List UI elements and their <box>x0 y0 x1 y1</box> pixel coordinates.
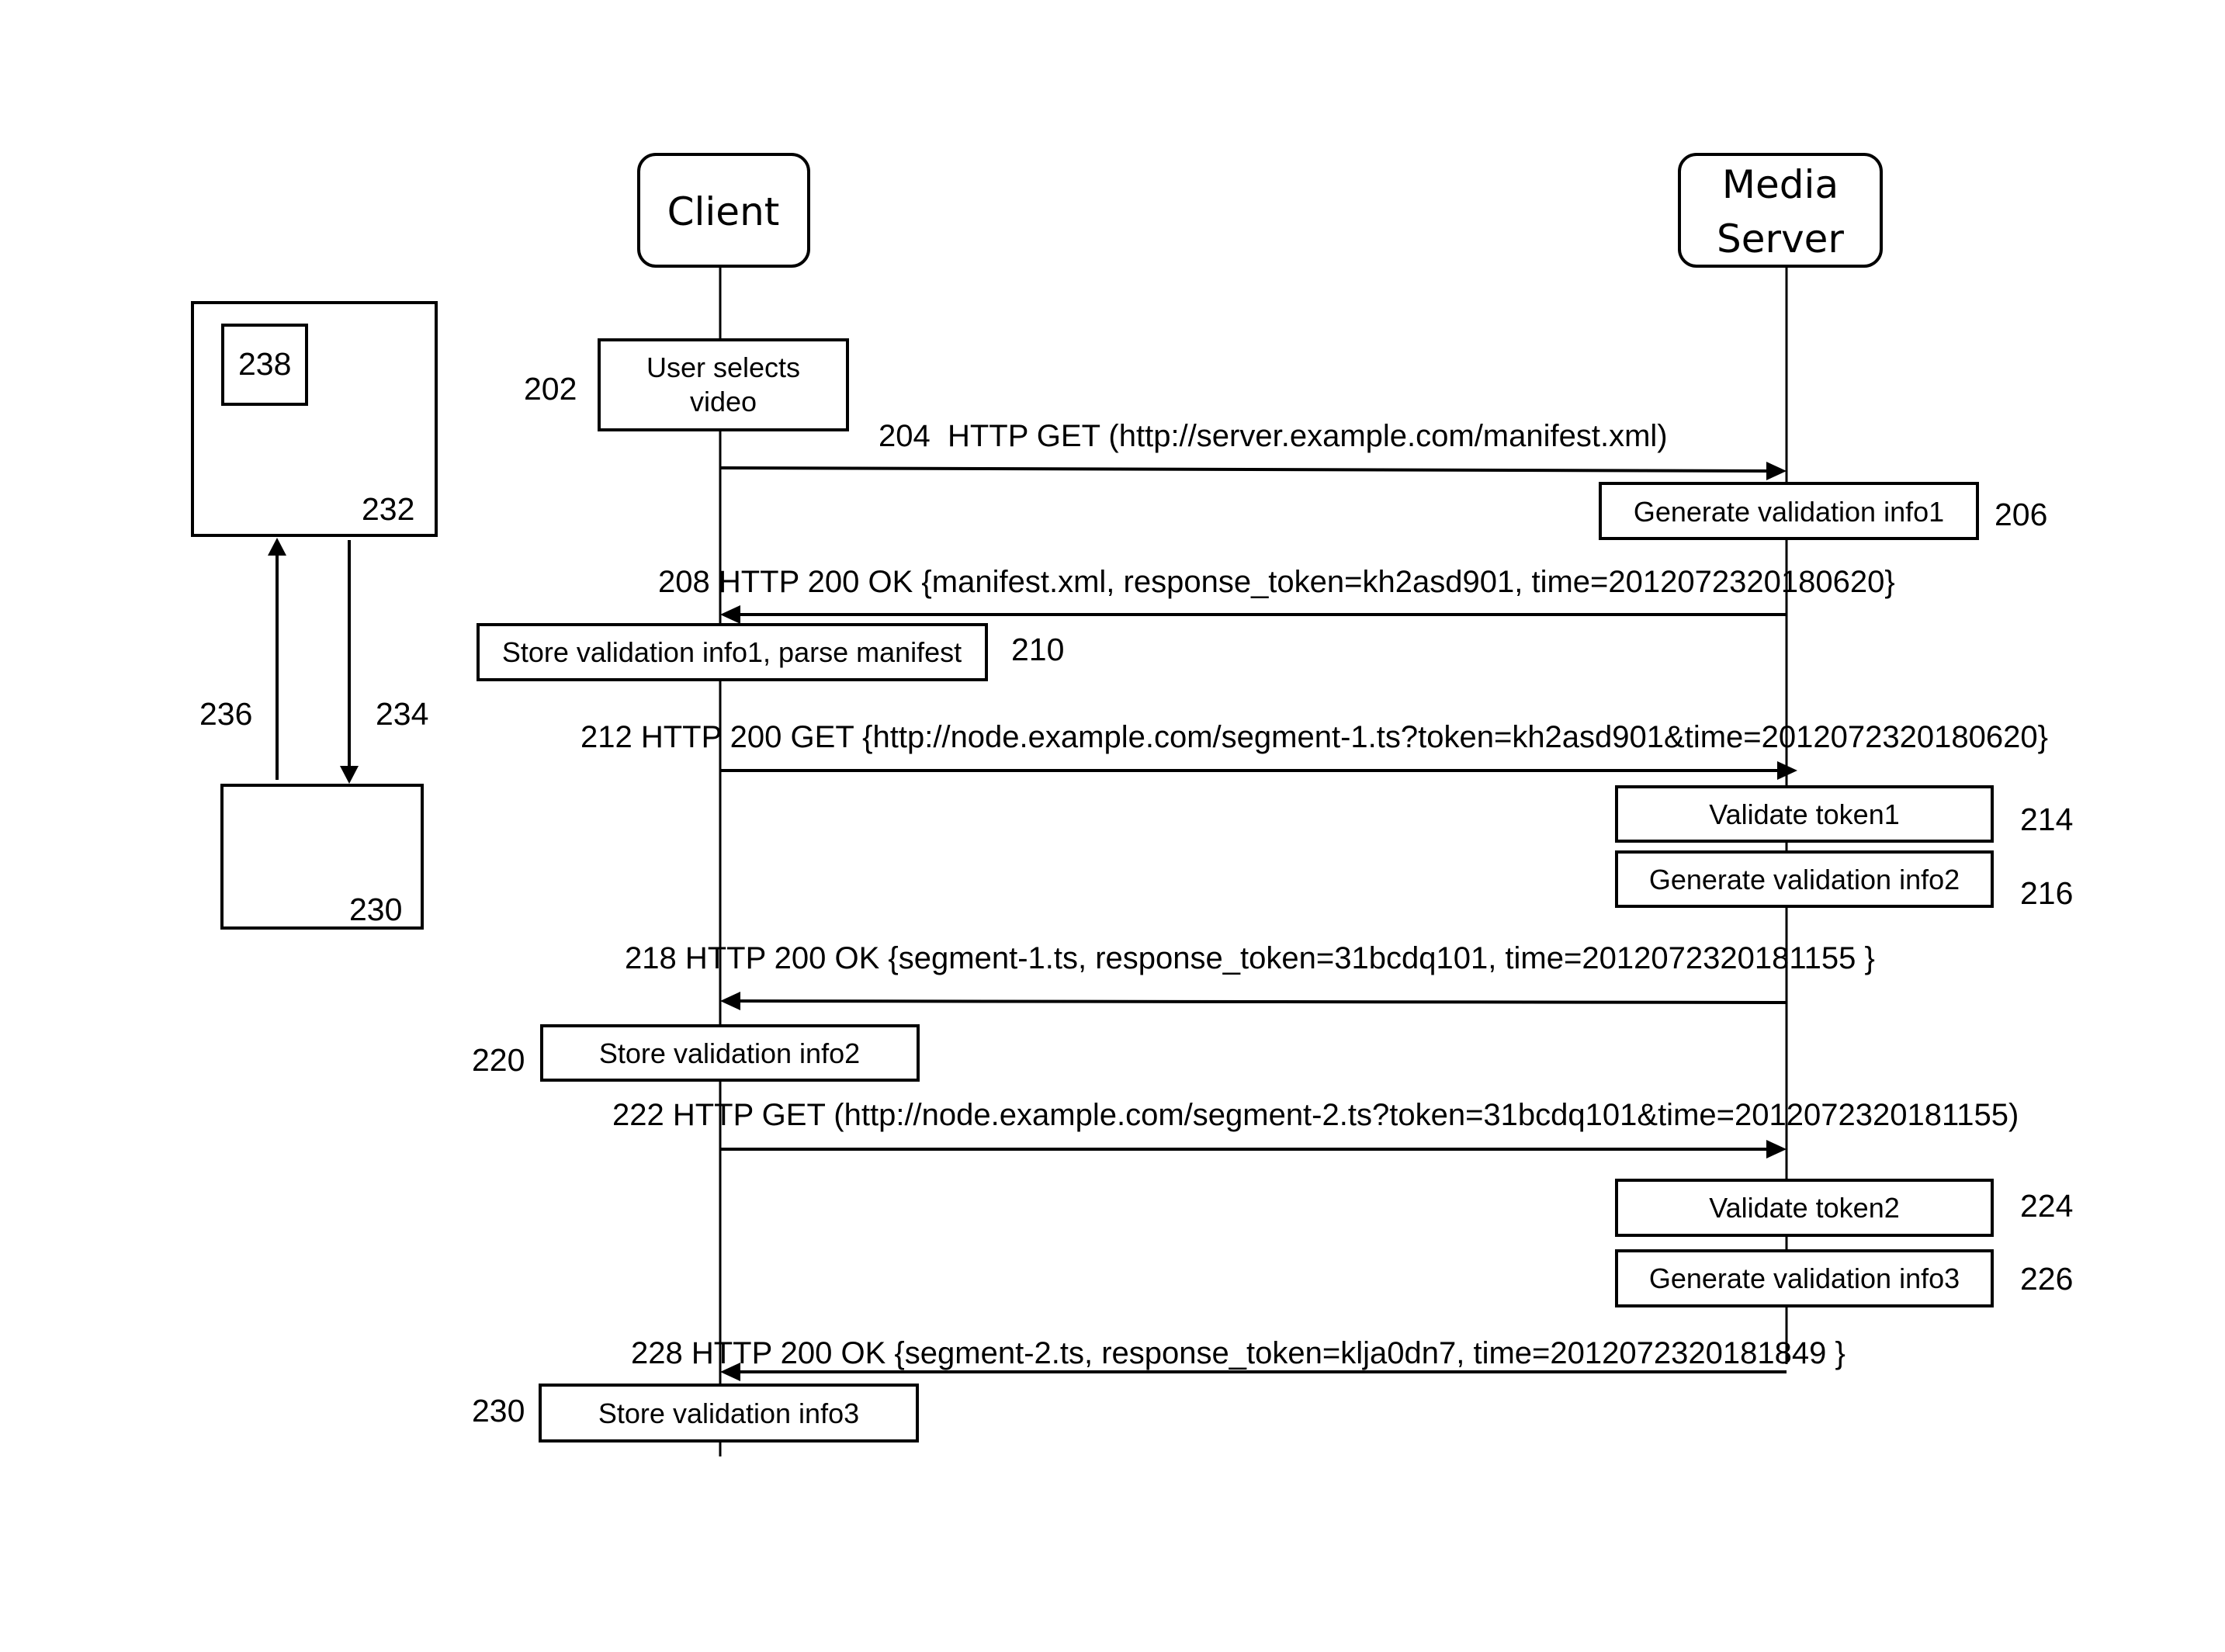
message-text: 222 HTTP GET (http://node.example.com/se… <box>612 1098 2019 1132</box>
message-arrow-head <box>720 605 740 624</box>
message-arrow-head <box>1766 462 1787 480</box>
message-228: 228 HTTP 200 OK {segment-2.ts, response_… <box>631 1336 1846 1381</box>
message-208: 208 HTTP 200 OK {manifest.xml, response_… <box>658 565 1895 624</box>
activity-ref: 220 <box>472 1042 525 1078</box>
activity-216: Generate validation info2 216 <box>1615 850 2073 911</box>
activity-text-line1: User selects <box>646 352 800 383</box>
upper-block-ref: 232 <box>362 491 414 527</box>
activity-210: Store validation info1, parse manifest 2… <box>477 623 1064 681</box>
activity-ref: 224 <box>2020 1188 2073 1224</box>
activity-text-line2: video <box>690 386 757 417</box>
up-arrow-ref: 236 <box>199 696 252 732</box>
activity-ref: 230 <box>472 1393 525 1429</box>
message-212: 212 HTTP 200 GET {http://node.example.co… <box>581 720 2048 780</box>
activity-ref: 226 <box>2020 1261 2073 1297</box>
activity-text: Validate token2 <box>1709 1192 1900 1224</box>
activity-220: Store validation info2 220 <box>472 1024 920 1082</box>
down-arrow-ref: 234 <box>376 696 428 732</box>
activity-text: Validate token1 <box>1709 798 1900 830</box>
activity-text: Generate validation info3 <box>1649 1262 1960 1294</box>
actor-client: Client <box>637 153 810 268</box>
activity-ref: 210 <box>1011 632 1064 667</box>
activity-text: Store validation info1, parse manifest <box>502 636 962 668</box>
activity-206: Generate validation info1 206 <box>1599 482 2047 540</box>
activity-ref: 202 <box>524 371 577 407</box>
activity-ref: 214 <box>2020 802 2073 837</box>
message-arrow-head <box>1766 1140 1787 1158</box>
activity-226: Generate validation info3 226 <box>1615 1249 2073 1307</box>
activity-text: Store validation info2 <box>599 1037 860 1069</box>
side-block-diagram: 238 232 230 236 234 <box>191 301 438 930</box>
message-204: 204 HTTP GET (http://server.example.com/… <box>719 419 1787 480</box>
client-actor-label: Client <box>667 189 780 234</box>
message-text: 204 HTTP GET (http://server.example.com/… <box>879 419 1668 453</box>
lower-block-ref: 230 <box>349 892 402 927</box>
inner-block-ref: 238 <box>238 346 291 382</box>
activity-ref: 206 <box>1995 497 2047 532</box>
activity-224: Validate token2 224 <box>1615 1179 2073 1237</box>
activity-text: Generate validation info2 <box>1649 864 1960 895</box>
up-arrow-head <box>268 538 286 556</box>
actor-media-server: Media Server <box>1678 153 1883 268</box>
message-text: 212 HTTP 200 GET {http://node.example.co… <box>581 720 2048 754</box>
activity-text: Generate validation info1 <box>1634 496 1944 528</box>
server-actor-label-line2: Server <box>1717 216 1844 261</box>
down-arrow-head <box>340 766 359 784</box>
activity-230: Store validation info3 230 <box>472 1384 919 1442</box>
activity-text: Store validation info3 <box>598 1397 859 1429</box>
message-arrow-line <box>736 999 1787 1004</box>
message-arrow-head <box>720 992 740 1010</box>
message-text: 218 HTTP 200 OK {segment-1.ts, response_… <box>625 941 1875 975</box>
message-text: 208 HTTP 200 OK {manifest.xml, response_… <box>658 565 1895 599</box>
activity-202: User selects video 202 <box>524 338 849 431</box>
message-text: 228 HTTP 200 OK {segment-2.ts, response_… <box>631 1336 1846 1370</box>
activity-ref: 216 <box>2020 875 2073 911</box>
message-218: 218 HTTP 200 OK {segment-1.ts, response_… <box>625 941 1875 1010</box>
activity-214: Validate token1 214 <box>1615 785 2073 843</box>
message-222: 222 HTTP GET (http://node.example.com/se… <box>612 1098 2019 1158</box>
sequence-diagram: 238 232 230 236 234 Client Media Server … <box>191 153 2073 1456</box>
server-actor-label-line1: Media <box>1722 162 1839 207</box>
message-arrow-line <box>719 466 1770 473</box>
